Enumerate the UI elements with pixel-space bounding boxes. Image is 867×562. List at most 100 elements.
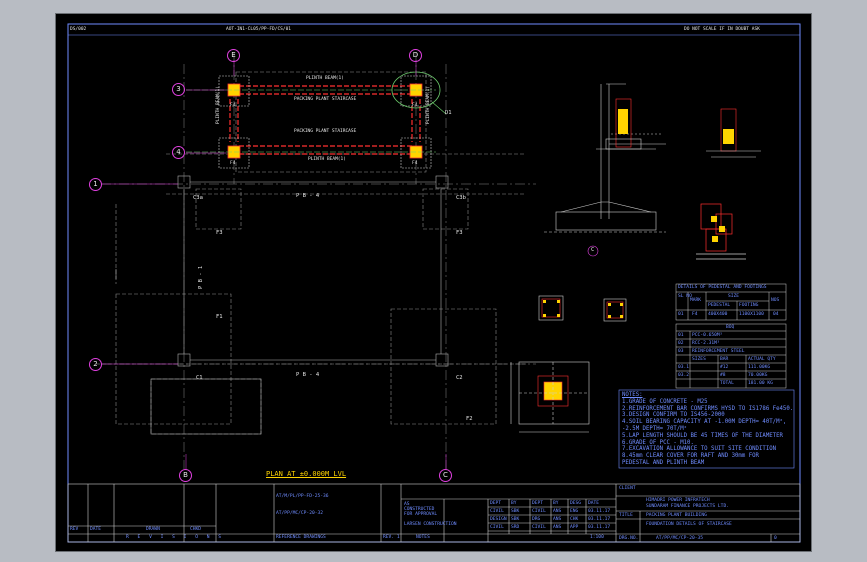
plinth-beam-top-label: PLINTH BEAM(1)	[306, 76, 344, 81]
grid-bubble-4: 4	[172, 146, 185, 159]
drawing-rev-no: 0	[774, 536, 777, 541]
footing-plan-detail	[510, 361, 590, 433]
company-sub: LARSEN CONSTRUCTION	[404, 522, 457, 527]
tb-r3-c0: CIVIL	[490, 525, 504, 530]
column-label-c3b: C3b	[456, 195, 466, 201]
rev-header-chkd: CHKD	[190, 527, 202, 532]
bom-steel-r1-qty: 111.00KG	[748, 365, 771, 370]
client-label: CLIENT	[619, 486, 636, 491]
ref-row-2-no: AT/PP/MC/CP-20-32	[276, 511, 324, 516]
bom-steel-h-bar: BAR	[720, 357, 729, 362]
plinth-beam-bottom-label: PLINTH BEAM(1)	[308, 157, 346, 162]
note-line: 2.REINFORCEMENT BAR CONFIRMS HYSD TO IS1…	[622, 405, 794, 412]
tb-r2-c0: DESIGN	[490, 517, 507, 522]
tb-r2-c1: SBK	[511, 517, 520, 522]
note-line: PEDESTAL AND PLINTH BEAM	[622, 459, 705, 466]
note-line: 1.GRADE OF CONCRETE - M25	[622, 398, 708, 405]
grid-bubble-b: B	[179, 469, 192, 482]
section-d1-view	[596, 98, 761, 158]
grid-bubble-c: C	[439, 469, 452, 482]
footing-label-f3-left: F3	[216, 230, 223, 236]
note-line: 7.EXCAVATION ALLOWANCE TO SUIT SITE COND…	[622, 446, 777, 453]
bom-steel-r2-qty: 70.00KG	[748, 373, 768, 378]
tb-r2-c3: ANS	[553, 517, 562, 522]
grid-axes	[101, 52, 536, 469]
ref-drawings-label: REFERENCE DRAWINGS	[276, 535, 326, 540]
footing-table-r1-pedestal: 400X400	[708, 312, 728, 317]
bom-steel-r2-bar: #8	[720, 373, 726, 378]
grid-bubble-1: 1	[89, 178, 102, 191]
detail-tag-d1: D1	[445, 110, 452, 116]
bom-steel-r2-no: 03.2	[678, 373, 690, 378]
tb-r1-c4: ENG	[570, 509, 579, 514]
cad-drawing	[67, 23, 801, 543]
tb-r3-c3: ANS	[553, 525, 562, 530]
note-line: 8.45mm CLEAR COVER FOR RAFT AND 30mm FOR	[622, 453, 759, 460]
top-drawing-code: AOT-IN1-CL05/PP-FD/CS/01	[226, 27, 292, 32]
plinth-beam-right-label: PLINTH BEAM(1)	[426, 86, 431, 124]
bom-total-label: TOTAL	[720, 381, 734, 386]
detail-leader	[431, 101, 447, 115]
footing-table-r1-nos: 04	[773, 312, 779, 317]
bubble-leaders	[101, 60, 447, 469]
plan-title: PLAN AT ±0.000M LVL	[266, 470, 347, 478]
notes-label: NOTES	[416, 535, 430, 540]
drawing-no: AT/PP/MC/CP-20-35	[656, 536, 704, 541]
company-stamp: AS CONSTRUCTED FOR APPROVAL	[404, 502, 438, 517]
drawing-no-label: DRG.NO.	[619, 536, 639, 541]
notes-title: NOTES:	[622, 392, 643, 398]
tb-r3-c4: APP	[570, 525, 579, 530]
bom-r1-no: 01	[678, 333, 684, 338]
footing-label-f2: F2	[466, 416, 473, 422]
tb-r1-c0: CIVIL	[490, 509, 504, 514]
tb-r1-c5: 03.11.17	[588, 509, 611, 514]
footing-table-h-mark: MARK	[690, 298, 702, 303]
beam-label-pb4-mid: P B - 4	[296, 372, 320, 378]
tb-h-dept: DEPT	[490, 501, 502, 506]
bom-steel-h-qty: ACTUAL QTY	[748, 357, 776, 362]
tb-r3-c5: 03.11.17	[588, 525, 611, 530]
tb-r1-c3: ANS	[553, 509, 562, 514]
do-not-scale-note: DO NOT SCALE IF IN DOUBT ASK	[684, 27, 760, 32]
tb-r1-c2: CIVIL	[532, 509, 546, 514]
footing-table-h-size: SIZE	[728, 294, 740, 299]
rev-header-drawn: DRAWN	[146, 527, 160, 532]
pedestal-bars	[543, 300, 623, 318]
footing-label-f4-4: F4	[412, 161, 418, 166]
grid-bubble-e: E	[227, 49, 240, 62]
grid-bubble-2: 2	[89, 358, 102, 371]
beam-label-pb1: P B - 1	[198, 265, 204, 289]
ref-row-1-no: AT/M/PL/PP-FD-25-36	[276, 494, 329, 499]
rev-header-date: DATE	[90, 527, 102, 532]
drawing-title: FOUNDATION DETAILS OF STAIRCASE	[646, 522, 732, 527]
footing-table-r1-mark: F4	[692, 312, 698, 317]
footing-label-f3-right: F3	[456, 230, 463, 236]
revisions-label: R E V I S I O N S	[126, 535, 225, 540]
plinth-beam-left-label: PLINTH BEAM(1)	[216, 86, 221, 124]
notes-block: NOTES: 1.GRADE OF CONCRETE - M25 2.REINF…	[622, 392, 794, 467]
bom-steel-r1-bar: #12	[720, 365, 729, 370]
rev-label: REV. 1	[383, 535, 400, 540]
tb-r2-c5: 03.11.17	[588, 517, 611, 522]
tb-h-dept2: DEPT	[532, 501, 544, 506]
footing-table-r1-footing: 1100X1100	[739, 312, 764, 317]
staircase-label-2: PACKING PLANT STAIRCASE	[294, 129, 357, 134]
bom-r3-no: 03	[678, 349, 684, 354]
bom-total-qty: 181.00 KG	[748, 381, 773, 386]
bom-r2-no: 02	[678, 341, 684, 346]
footing-table-h-nos: NOS	[771, 298, 780, 303]
tb-r3-c1: SRD	[511, 525, 520, 530]
column-label-c1: C1	[196, 375, 203, 381]
consultant-name: SUNDARAM FINANCE PROJECTS LTD.	[646, 504, 729, 509]
section-c-view	[544, 83, 666, 233]
pedestal-sections	[538, 295, 627, 322]
footing-table-r1-sl: 01	[678, 312, 684, 317]
footing-table-title: DETAILS OF PEDESTAL AND FOOTINGS	[678, 285, 767, 290]
grid-bubble-3: 3	[172, 83, 185, 96]
section-c-label: C	[591, 247, 595, 253]
top-left-code: DS/002	[70, 27, 87, 32]
rev-header-rev: REV	[70, 527, 79, 532]
tb-h-by: BY	[511, 501, 517, 506]
beam-label-pb4-top: P B - 4	[296, 193, 320, 199]
tb-r1-c1: SBK	[511, 509, 520, 514]
